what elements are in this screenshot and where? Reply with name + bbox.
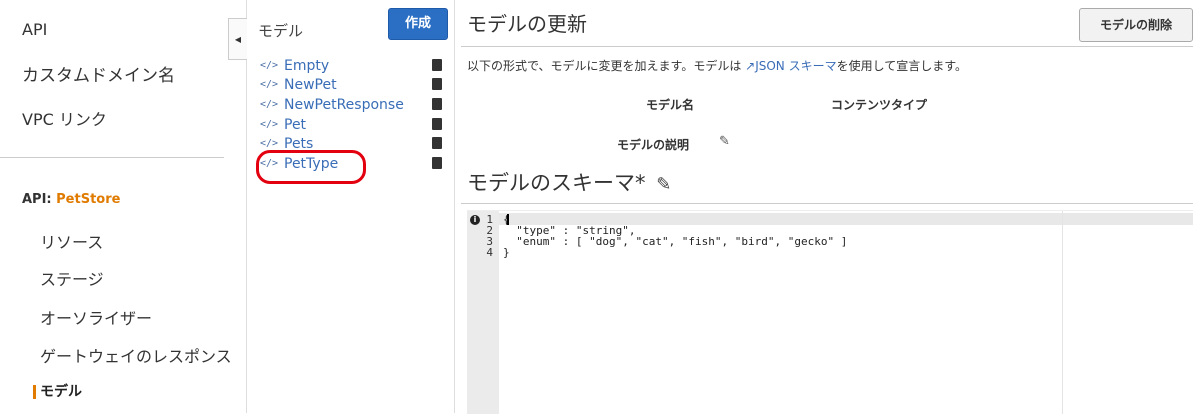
active-indicator (33, 385, 36, 399)
code-line[interactable]: "enum" : [ "dog", "cat", "fish", "bird",… (503, 236, 847, 248)
nav-item-gateway-responses[interactable]: ゲートウェイのレスポンス (40, 343, 232, 367)
code-line[interactable]: } (503, 247, 510, 259)
model-list-title: モデル (258, 22, 304, 40)
api-title-prefix: API: (22, 192, 57, 207)
left-nav: API カスタムドメイン名 VPC リンク API: PetStore リソース… (0, 0, 247, 413)
main-panel: モデルの更新 モデルの削除 以下の形式で、モデルに変更を加えます。モデルは ↗J… (457, 0, 1200, 414)
code-icon: </> (260, 119, 279, 130)
json-schema-link[interactable]: ↗JSON スキーマ (745, 59, 836, 73)
model-item-label[interactable]: Pet (284, 117, 306, 133)
model-list-panel: モデル 作成 </> Empty </> NewPet </> NewPetRe… (246, 0, 455, 413)
nav-item-vpc-link[interactable]: VPC リンク (22, 106, 107, 130)
model-item-label[interactable]: Empty (284, 58, 329, 74)
delete-model-button[interactable]: モデルの削除 (1079, 8, 1193, 42)
code-icon: </> (260, 158, 279, 169)
info-icon: i (470, 215, 480, 225)
edit-schema-pencil-icon[interactable]: ✎ (656, 174, 671, 195)
create-model-button[interactable]: 作成 (388, 8, 448, 40)
page-title: モデルの更新 (467, 12, 587, 36)
model-item-pet[interactable]: </> Pet (260, 117, 446, 137)
book-icon[interactable] (432, 137, 442, 149)
model-description-label: モデルの説明 (617, 138, 690, 152)
model-item-newpet[interactable]: </> NewPet (260, 77, 446, 97)
nav-item-models[interactable]: モデル (40, 381, 82, 401)
model-item-empty[interactable]: </> Empty (260, 58, 446, 78)
chevron-left-icon: ◀ (234, 34, 242, 44)
model-item-pets[interactable]: </> Pets (260, 136, 446, 156)
code-icon: </> (260, 60, 279, 71)
nav-item-authorizers[interactable]: オーソライザー (40, 305, 152, 329)
nav-item-api[interactable]: API (22, 20, 47, 39)
api-title: API: PetStore (22, 192, 120, 207)
nav-divider (0, 157, 224, 158)
model-name-label: モデル名 (646, 98, 695, 112)
content-type-label: コンテンツタイプ (831, 98, 928, 112)
line-number: 4 (486, 246, 493, 259)
editor-print-margin (1062, 211, 1063, 414)
book-icon[interactable] (432, 78, 442, 90)
nav-item-custom-domain[interactable]: カスタムドメイン名 (22, 61, 175, 86)
api-name-link[interactable]: PetStore (56, 192, 120, 207)
model-item-label[interactable]: NewPet (284, 77, 337, 93)
title-divider (461, 46, 1193, 47)
book-icon[interactable] (432, 98, 442, 110)
book-icon[interactable] (432, 157, 442, 169)
model-item-newpetresponse[interactable]: </> NewPetResponse (260, 97, 446, 117)
schema-title: モデルのスキーマ* ✎ (467, 167, 671, 197)
description-text: 以下の形式で、モデルに変更を加えます。モデルは ↗JSON スキーマを使用して宣… (467, 57, 967, 74)
model-item-label[interactable]: Pets (284, 136, 313, 152)
book-icon[interactable] (432, 59, 442, 71)
code-icon: </> (260, 99, 279, 110)
schema-title-label: モデルのスキーマ* (467, 171, 646, 195)
description-prefix: 以下の形式で、モデルに変更を加えます。モデルは (467, 59, 746, 73)
collapse-nav-button[interactable]: ◀ (228, 18, 247, 60)
nav-item-resources[interactable]: リソース (40, 229, 103, 253)
edit-description-pencil-icon[interactable]: ✎ (719, 134, 730, 149)
schema-divider (461, 203, 1193, 204)
code-icon: </> (260, 138, 279, 149)
nav-item-stages[interactable]: ステージ (40, 266, 104, 290)
model-item-label[interactable]: NewPetResponse (284, 97, 404, 113)
code-icon: </> (260, 79, 279, 90)
model-item-pettype[interactable]: </> PetType (260, 156, 446, 176)
model-item-label[interactable]: PetType (284, 156, 338, 172)
description-suffix: を使用して宣言します。 (836, 59, 968, 73)
book-icon[interactable] (432, 118, 442, 130)
schema-code-editor[interactable]: i 1 2 3 4 { "type" : "string", "enum" : … (467, 210, 1193, 414)
